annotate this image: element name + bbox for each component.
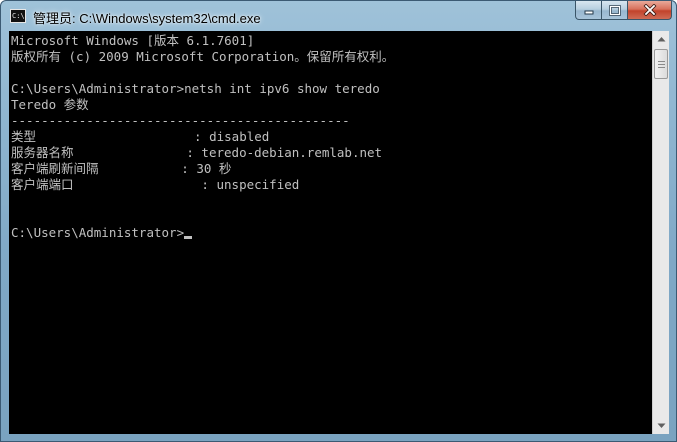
grip-line — [658, 61, 665, 62]
maximize-icon — [608, 4, 621, 16]
grip-line — [658, 64, 665, 65]
close-icon — [643, 4, 656, 16]
cmd-window: C:\ 管理员: C:\Windows\system32\cmd.exe Mic… — [0, 0, 677, 442]
close-button[interactable] — [628, 1, 672, 20]
arrow-up-icon — [657, 37, 665, 42]
text-cursor — [184, 236, 193, 239]
minimize-button[interactable] — [575, 1, 602, 20]
console-line-refresh: 客户端刷新间隔 : 30 秒 — [11, 161, 232, 176]
minimize-icon — [584, 10, 593, 15]
console-line-type: 类型 : disabled — [11, 129, 270, 144]
maximize-button[interactable] — [602, 1, 628, 20]
cmd-app-icon[interactable]: C:\ — [10, 9, 26, 23]
vertical-scrollbar[interactable] — [652, 31, 669, 434]
scroll-down-button[interactable] — [653, 418, 669, 434]
console-line-teredo-header: Teredo 参数 — [11, 97, 89, 112]
scroll-up-button[interactable] — [653, 31, 669, 47]
console-line-copyright: 版权所有 (c) 2009 Microsoft Corporation。保留所有… — [11, 49, 395, 64]
title-bar[interactable]: C:\ 管理员: C:\Windows\system32\cmd.exe — [1, 1, 676, 31]
console-line-client-port: 客户端端口 : unspecified — [11, 177, 300, 192]
console-line-command: C:\Users\Administrator>netsh int ipv6 sh… — [11, 81, 380, 96]
scroll-thumb[interactable] — [654, 49, 668, 79]
console-line-version: Microsoft Windows [版本 6.1.7601] — [11, 33, 255, 48]
console-prompt: C:\Users\Administrator> — [11, 225, 185, 240]
grip-line — [658, 67, 665, 68]
caption-buttons — [575, 1, 672, 21]
console-output[interactable]: Microsoft Windows [版本 6.1.7601] 版权所有 (c)… — [9, 31, 652, 434]
console-prompt-line: C:\Users\Administrator> — [11, 225, 193, 241]
window-title: 管理员: C:\Windows\system32\cmd.exe — [33, 11, 261, 26]
arrow-down-icon — [657, 423, 665, 428]
console-line-separator: ----------------------------------------… — [11, 113, 350, 128]
console-line-server-name: 服务器名称 : teredo-debian.remlab.net — [11, 145, 383, 160]
